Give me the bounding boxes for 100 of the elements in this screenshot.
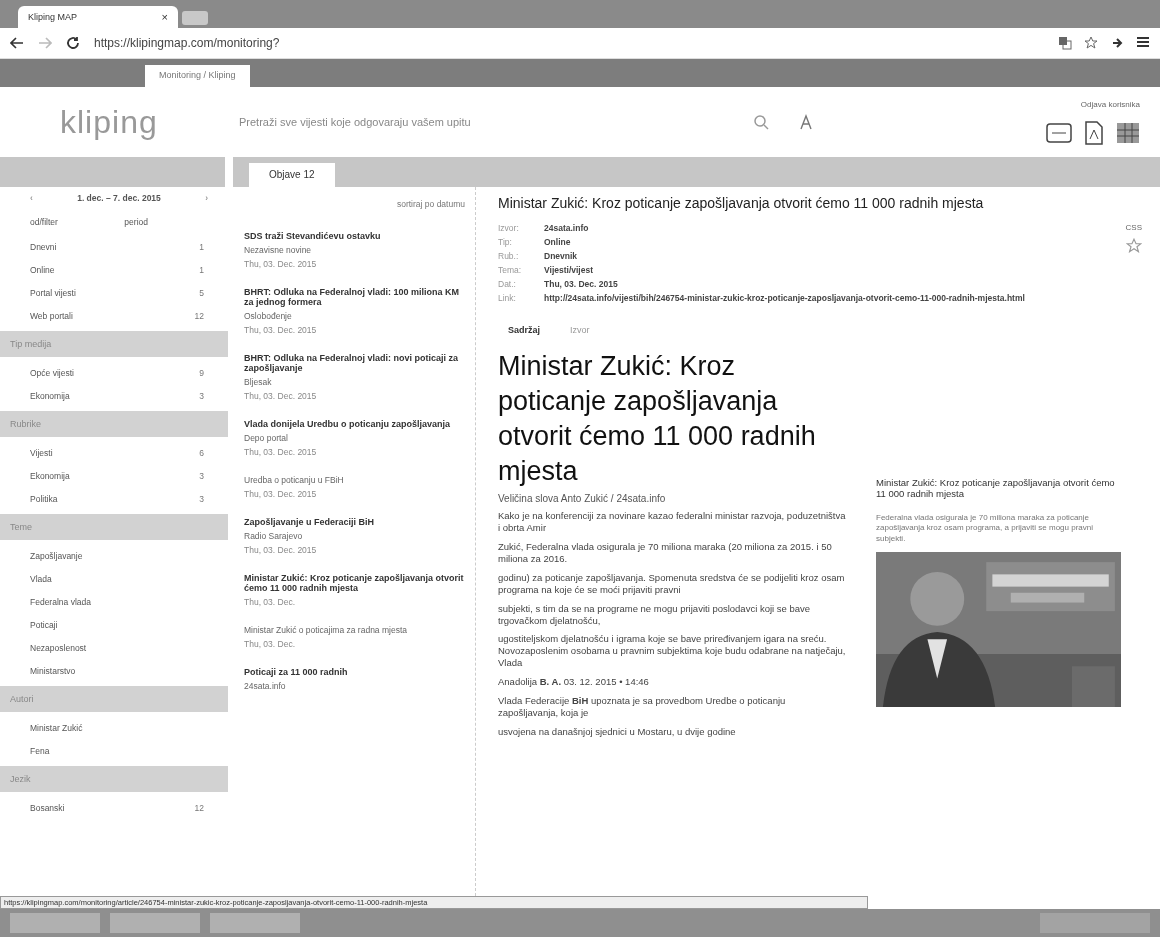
article-source: Bljesak bbox=[244, 377, 273, 387]
article-title[interactable]: Zapošljavanje u Federaciji BiH bbox=[244, 517, 469, 527]
article-title[interactable]: SDS traži Stevandićevu ostavku bbox=[244, 231, 469, 241]
article-date: Thu, 03. Dec. 2015 bbox=[244, 391, 318, 401]
paragraph: ugostiteljskom djelatnošću i igrama koje se bave priređivanjem igara na sreću. Novozaposlenim osobama u pravnim subjektima koje budu odabrane na natječaju, Vlada bbox=[498, 633, 847, 669]
article-title[interactable]: Poticaji za 11 000 radnih bbox=[244, 667, 469, 677]
filter-item[interactable]: Web portali bbox=[30, 310, 73, 321]
filter-item[interactable]: Portal vijesti bbox=[30, 287, 76, 298]
item-count: 3 bbox=[199, 470, 204, 481]
filter-item[interactable]: Dnevni bbox=[30, 241, 57, 252]
extension-icon[interactable] bbox=[1110, 36, 1124, 50]
paragraph: subjekti, s tim da se na programe ne mogu prijaviti poslodavci koji se bave trgovačkom djelatnošću, bbox=[498, 602, 812, 627]
meta-label: Tema: bbox=[498, 265, 520, 275]
paragraph: Kako je na konferenciji za novinare kazao federalni ministar razvoja, poduzetništva i obrta Amir bbox=[498, 510, 847, 535]
article-source: Ministar Zukić o poticajima za radna mjesta bbox=[244, 625, 408, 635]
article-source: Nezavisne novine bbox=[244, 245, 313, 255]
article-date: Thu, 03. Dec. bbox=[244, 597, 297, 607]
filter-label: od/filter bbox=[30, 217, 58, 227]
item-count: 3 bbox=[199, 493, 204, 504]
article-source: 24sata.info bbox=[244, 681, 287, 691]
period-label: period bbox=[124, 217, 148, 227]
filter-item[interactable]: Ministar Zukić bbox=[30, 722, 83, 733]
filter-item[interactable]: Vijesti bbox=[30, 447, 53, 458]
filter-item[interactable]: Online bbox=[30, 264, 55, 275]
item-count: 12 bbox=[194, 802, 204, 813]
item-count: 3 bbox=[199, 390, 204, 401]
filter-item[interactable]: Poticaji bbox=[30, 619, 58, 630]
meta-value: Thu, 03. Dec. 2015 bbox=[544, 279, 618, 289]
filter-item[interactable]: Fena bbox=[30, 745, 50, 756]
item-count: 1 bbox=[199, 264, 204, 275]
article-date: Thu, 03. Dec. 2015 bbox=[244, 325, 318, 335]
page-tab[interactable]: Monitoring / Kliping bbox=[145, 65, 250, 87]
item-count: 5 bbox=[199, 287, 204, 298]
star-icon[interactable] bbox=[1126, 238, 1142, 254]
star-icon[interactable] bbox=[1084, 36, 1098, 50]
filter-item[interactable]: Federalna vlada bbox=[30, 596, 91, 607]
filter-item[interactable]: Ekonomija bbox=[30, 470, 70, 481]
start-button[interactable] bbox=[10, 913, 100, 933]
paragraph: Vlada Federacije BiH upoznata je sa provedbom Uredbe o poticanju zapošljavanja, koja je bbox=[498, 694, 787, 719]
article-date: Thu, 03. Dec. 2015 bbox=[244, 489, 318, 499]
card-intro: Federalna vlada osigurala je 70 miliona maraka za poticanje zapošljavanja kroz osam programa, a prijaviti se mogu pravni subjekti. bbox=[876, 513, 1094, 545]
meta-value: http://24sata.info/vijesti/bih/246754-ministar-zukic-kroz-poticanje-zaposljavanja-otvorit-cemo-11-000-radnih-mjesta.html bbox=[544, 293, 1025, 303]
filter-item[interactable]: Bosanski bbox=[30, 802, 65, 813]
article-title[interactable]: Ministar Zukić: Kroz poticanje zapošljavanja otvorit ćemo 11 000 radnih mjesta bbox=[244, 573, 469, 593]
article-title[interactable]: BHRT: Odluka na Federalnoj vladi: 100 miliona KM za jednog formera bbox=[244, 287, 469, 307]
meta-value: Vijesti/vijest bbox=[544, 265, 593, 275]
article-title[interactable]: Vlada donijela Uredbu o poticanju zapošljavanja bbox=[244, 419, 469, 429]
meta-label: Izvor: bbox=[498, 223, 520, 233]
address-field[interactable]: https://klipingmap.com/monitoring? bbox=[94, 36, 1044, 50]
article-source: Oslobođenje bbox=[244, 311, 293, 321]
pdf-icon[interactable] bbox=[1084, 120, 1104, 145]
date-range: 1. dec. – 7. dec. 2015 bbox=[77, 193, 161, 203]
filter-item[interactable]: Politika bbox=[30, 493, 58, 504]
article-date: Thu, 03. Dec. 2015 bbox=[244, 447, 318, 457]
filter-item[interactable]: Opće vijesti bbox=[30, 367, 74, 378]
meta-label: Link: bbox=[498, 293, 517, 303]
paragraph: Anadolija B. A. 03. 12. 2015 • 14:46 bbox=[498, 676, 650, 688]
article-source: Radio Sarajevo bbox=[244, 531, 304, 541]
search-icon[interactable] bbox=[753, 114, 769, 130]
byline: Veličina slova Anto Zukić / 24sata.info bbox=[498, 493, 667, 505]
meta-label: Rub.: bbox=[498, 251, 520, 261]
article-date: Thu, 03. Dec. 2015 bbox=[244, 259, 318, 269]
paragraph: Zukić, Federalna vlada osigurala je 70 miliona maraka (20 miliona za 2015. i 50 miliona za 2016. bbox=[498, 541, 833, 565]
article-title[interactable]: BHRT: Odluka na Federalnoj vladi: novi poticaji za zapošljavanje bbox=[244, 353, 469, 373]
card-title: Ministar Zukić: Kroz poticanje zapošljavanja otvorit ćemo 11 000 radnih mjesta bbox=[876, 477, 1116, 499]
meta-label: Tip: bbox=[498, 237, 513, 247]
filter-item[interactable]: Ministarstvo bbox=[30, 665, 76, 676]
back-icon[interactable] bbox=[10, 37, 24, 49]
filter-item[interactable]: Zapošljavanje bbox=[30, 550, 83, 561]
mail-icon[interactable] bbox=[1046, 122, 1072, 143]
item-count: 12 bbox=[194, 310, 204, 321]
font-size-icon[interactable] bbox=[799, 114, 815, 130]
article-title: Ministar Zukić: Kroz poticanje zapošljavanja otvorit ćemo 11 000 radnih mjesta bbox=[498, 195, 985, 211]
menu-icon[interactable] bbox=[1136, 36, 1150, 48]
meta-value: Dnevnik bbox=[544, 251, 578, 261]
browser-tab[interactable]: Kliping MAP × bbox=[18, 6, 178, 28]
meta-value: Online bbox=[544, 237, 571, 247]
list-tab[interactable]: Objave 12 bbox=[249, 163, 335, 187]
article-date: Thu, 03. Dec. bbox=[244, 639, 297, 649]
meta-label: Dat.: bbox=[498, 279, 517, 289]
translate-icon[interactable] bbox=[1058, 36, 1072, 50]
sort-label[interactable]: sortiraj po datumu bbox=[244, 191, 469, 231]
logout-link[interactable]: Odjava korisnika bbox=[1080, 99, 1140, 109]
item-count: 1 bbox=[199, 241, 204, 252]
spreadsheet-icon[interactable] bbox=[1116, 120, 1140, 145]
filter-item[interactable]: Vlada bbox=[30, 573, 52, 584]
item-count: 9 bbox=[199, 367, 204, 378]
article-source: Uredba o poticanju u FBiH bbox=[244, 475, 345, 485]
filter-item[interactable]: Nezaposlenost bbox=[30, 642, 87, 653]
paragraph: godinu) za poticanje zapošljavanja. Spomenuta sredstva će se podijeliti kroz osam programa na koje će se moći prijaviti pravni bbox=[498, 571, 846, 596]
paragraph: usvojena na današnjoj sjednici u Mostaru, u dvije godine bbox=[498, 725, 737, 738]
css-badge[interactable]: CSS bbox=[1125, 223, 1142, 232]
reload-icon[interactable] bbox=[66, 36, 80, 50]
filter-item[interactable]: Ekonomija bbox=[30, 390, 70, 401]
meta-value: 24sata.info bbox=[544, 223, 589, 233]
item-count: 6 bbox=[199, 447, 204, 458]
headline: Ministar Zukić: Kroz poticanje zapošljavanja otvorit ćemo 11 000 radnih mjesta bbox=[498, 350, 817, 489]
article-source: Depo portal bbox=[244, 433, 289, 443]
content-tab[interactable]: Sadržaj bbox=[508, 325, 540, 335]
article-date: Thu, 03. Dec. 2015 bbox=[244, 545, 318, 555]
